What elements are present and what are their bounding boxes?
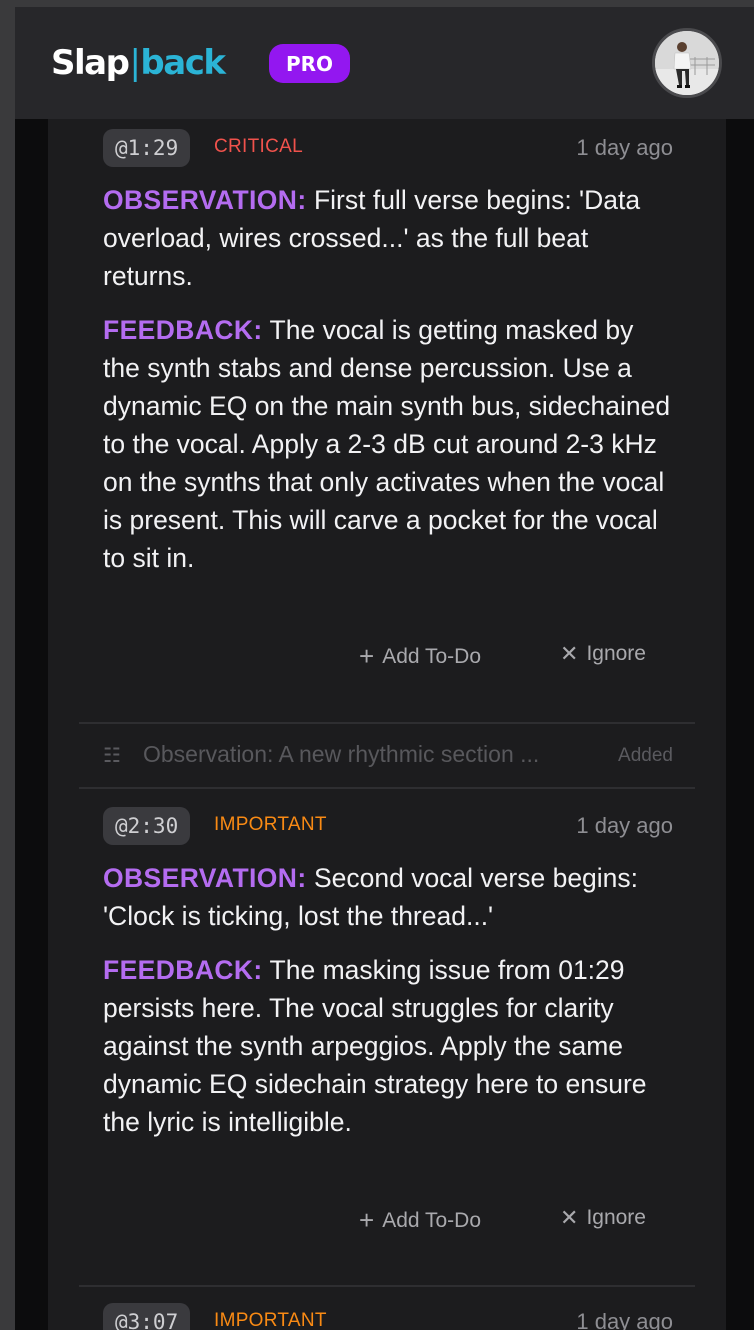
pro-badge: PRO	[269, 44, 350, 83]
collapsed-item-text: Observation: A new rhythmic section ...	[143, 741, 540, 767]
observation-text: OBSERVATION: First full verse begins: 'D…	[103, 181, 673, 295]
divider	[79, 1285, 695, 1287]
age-text: 1 day ago	[576, 135, 673, 160]
severity-label-important: IMPORTANT	[214, 1310, 327, 1330]
x-icon: ✕	[560, 641, 579, 666]
slapback-logo[interactable]: Slap | back	[51, 41, 226, 85]
observation-text: OBSERVATION: Second vocal verse begins: …	[103, 859, 673, 935]
add-todo-button[interactable]: + Add To-Do	[359, 641, 481, 672]
feedback-body: The vocal is getting masked by the synth…	[103, 315, 671, 573]
add-todo-label: Add To-Do	[382, 644, 482, 668]
add-todo-label: Add To-Do	[382, 1208, 482, 1232]
feedback-label: FEEDBACK:	[103, 955, 263, 985]
timestamp-chip[interactable]: @2:30	[103, 807, 191, 845]
feedback-meta: @1:29 CRITICAL 1 day ago	[103, 129, 673, 167]
logo-text-back: back	[140, 43, 226, 83]
feedback-label: FEEDBACK:	[103, 315, 263, 345]
age-text: 1 day ago	[576, 813, 673, 838]
app-frame: Slap | back PRO @1:29 CRITICAL 1 day ago…	[15, 7, 754, 1330]
ignore-button[interactable]: ✕ Ignore	[560, 1205, 646, 1231]
severity-label-critical: CRITICAL	[214, 136, 303, 157]
feedback-panel: @1:29 CRITICAL 1 day ago OBSERVATION: Fi…	[48, 119, 726, 1330]
add-todo-button[interactable]: + Add To-Do	[359, 1205, 481, 1236]
feedback-card: @3:07 IMPORTANT 1 day ago	[103, 1303, 673, 1330]
observation-label: OBSERVATION:	[103, 185, 307, 215]
collapsed-feedback-item[interactable]: ☷ Observation: A new rhythmic section ..…	[79, 724, 695, 788]
avatar-image	[655, 31, 719, 95]
feedback-card: @2:30 IMPORTANT 1 day ago OBSERVATION: S…	[103, 807, 673, 1267]
feedback-text: FEEDBACK: The masking issue from 01:29 p…	[103, 951, 673, 1141]
user-avatar[interactable]	[652, 28, 722, 98]
x-icon: ✕	[560, 1205, 579, 1230]
timestamp-chip[interactable]: @3:07	[103, 1303, 191, 1330]
timestamp-chip[interactable]: @1:29	[103, 129, 191, 167]
plus-icon: +	[359, 641, 375, 671]
feedback-text: FEEDBACK: The vocal is getting masked by…	[103, 311, 673, 577]
plus-icon: +	[359, 1205, 375, 1235]
feedback-card: @1:29 CRITICAL 1 day ago OBSERVATION: Fi…	[103, 129, 673, 709]
observation-label: OBSERVATION:	[103, 863, 307, 893]
ignore-label: Ignore	[586, 642, 646, 665]
checklist-icon: ☷	[103, 745, 121, 767]
added-status: Added	[618, 745, 673, 766]
age-text: 1 day ago	[576, 1309, 673, 1330]
feedback-meta: @3:07 IMPORTANT 1 day ago	[103, 1303, 673, 1330]
logo-separator: |	[129, 43, 140, 83]
app-header: Slap | back PRO	[15, 7, 754, 119]
ignore-label: Ignore	[586, 1206, 646, 1229]
severity-label-important: IMPORTANT	[214, 814, 327, 835]
divider	[79, 787, 695, 789]
logo-text-slap: Slap	[51, 43, 130, 83]
feedback-meta: @2:30 IMPORTANT 1 day ago	[103, 807, 673, 845]
ignore-button[interactable]: ✕ Ignore	[560, 641, 646, 667]
